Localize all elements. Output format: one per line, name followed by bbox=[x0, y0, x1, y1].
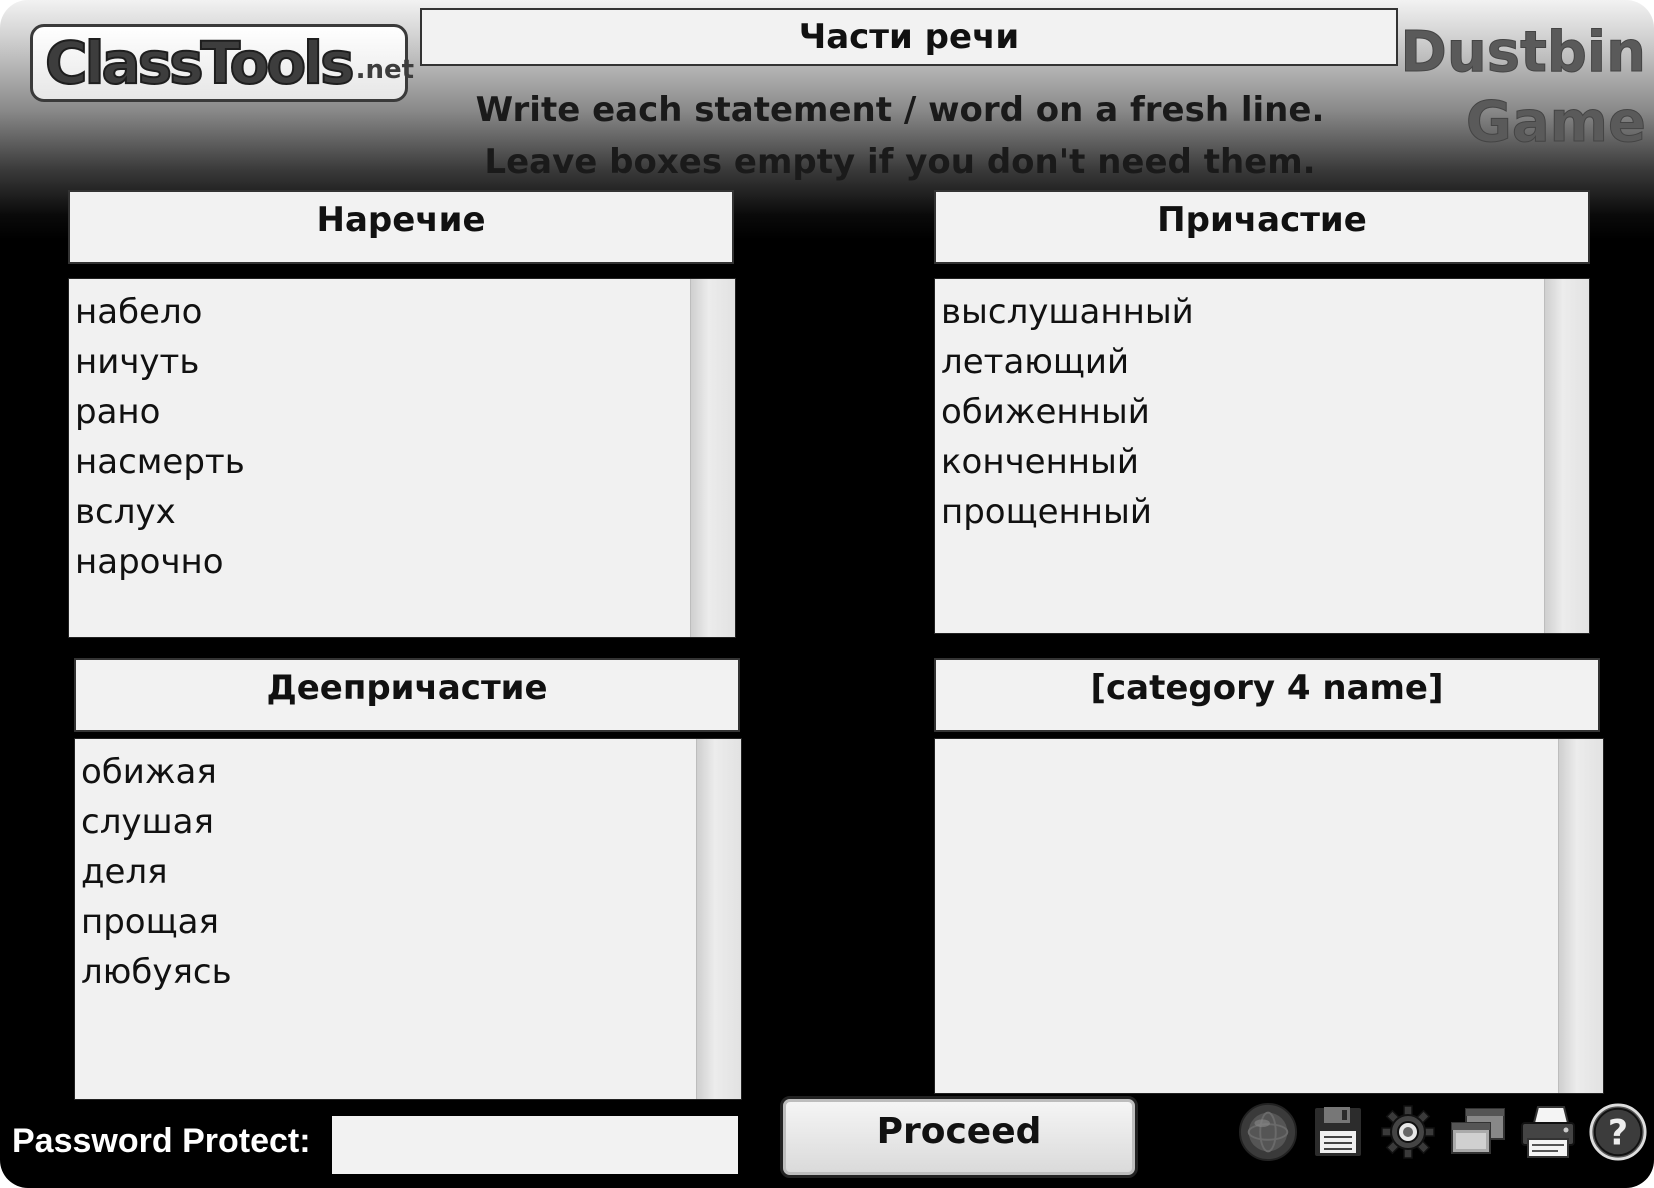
list-item: обижая bbox=[81, 752, 217, 792]
help-icon[interactable]: ? bbox=[1588, 1100, 1648, 1164]
category-4-name-field[interactable]: [category 4 name] bbox=[934, 658, 1600, 732]
list-item: деля bbox=[81, 852, 168, 892]
list-item: конченный bbox=[941, 442, 1139, 482]
list-item: набело bbox=[75, 292, 203, 332]
printer-icon[interactable] bbox=[1518, 1100, 1578, 1164]
list-item: любуясь bbox=[81, 952, 232, 992]
list-item: обиженный bbox=[941, 392, 1150, 432]
category-4-scrollbar[interactable] bbox=[1558, 739, 1603, 1093]
globe-icon[interactable] bbox=[1238, 1100, 1298, 1164]
instructions: Write each statement / word on a fresh l… bbox=[400, 84, 1400, 188]
list-item: прощенный bbox=[941, 492, 1152, 532]
category-1-items-textarea[interactable]: набело ничуть рано насмерть вслух нарочн… bbox=[68, 278, 736, 638]
password-label: Password Protect: bbox=[12, 1122, 311, 1160]
list-item: ничуть bbox=[75, 342, 200, 382]
list-item: летающий bbox=[941, 342, 1130, 382]
category-4-items-textarea[interactable] bbox=[934, 738, 1604, 1094]
category-2-scrollbar[interactable] bbox=[1544, 279, 1589, 633]
logo-text: ClassTools bbox=[44, 29, 356, 97]
toolbar: ? bbox=[1238, 1098, 1648, 1166]
proceed-button[interactable]: Proceed bbox=[780, 1096, 1138, 1178]
classtools-logo[interactable]: ClassTools .net bbox=[30, 24, 414, 102]
category-1-scrollbar[interactable] bbox=[690, 279, 735, 637]
category-1-items: набело ничуть рано насмерть вслух нарочн… bbox=[75, 287, 685, 587]
instructions-line1: Write each statement / word on a fresh l… bbox=[475, 90, 1325, 130]
game-title-line1: Dustbin bbox=[1400, 20, 1647, 86]
list-item: вслух bbox=[75, 492, 176, 532]
list-item: слушая bbox=[81, 802, 214, 842]
save-icon[interactable] bbox=[1308, 1100, 1368, 1164]
category-1-name-field[interactable]: Наречие bbox=[68, 190, 734, 264]
windows-icon[interactable] bbox=[1448, 1100, 1508, 1164]
list-item: насмерть bbox=[75, 442, 245, 482]
title-field[interactable]: Части речи bbox=[420, 8, 1398, 66]
category-2-items: выслушанный летающий обиженный конченный… bbox=[941, 287, 1539, 537]
category-2-items-textarea[interactable]: выслушанный летающий обиженный конченный… bbox=[934, 278, 1590, 634]
instructions-line2: Leave boxes empty if you don't need them… bbox=[484, 142, 1316, 182]
category-3-items-textarea[interactable]: обижая слушая деля прощая любуясь bbox=[74, 738, 742, 1100]
category-3-scrollbar[interactable] bbox=[696, 739, 741, 1099]
category-3-name-field[interactable]: Деепричастие bbox=[74, 658, 740, 732]
game-title: Dustbin Game bbox=[1400, 18, 1647, 158]
category-2-name-field[interactable]: Причастие bbox=[934, 190, 1590, 264]
dustbin-game-editor: ClassTools .net Части речи Dustbin Game … bbox=[0, 0, 1654, 1188]
settings-gear-icon[interactable] bbox=[1378, 1100, 1438, 1164]
svg-text:?: ? bbox=[1608, 1114, 1628, 1154]
list-item: рано bbox=[75, 392, 161, 432]
category-3-items: обижая слушая деля прощая любуясь bbox=[81, 747, 691, 997]
game-title-line2: Game bbox=[1465, 90, 1646, 156]
list-item: прощая bbox=[81, 902, 219, 942]
list-item: выслушанный bbox=[941, 292, 1194, 332]
logo-suffix: .net bbox=[355, 55, 415, 85]
password-input[interactable] bbox=[332, 1116, 738, 1174]
list-item: нарочно bbox=[75, 542, 224, 582]
